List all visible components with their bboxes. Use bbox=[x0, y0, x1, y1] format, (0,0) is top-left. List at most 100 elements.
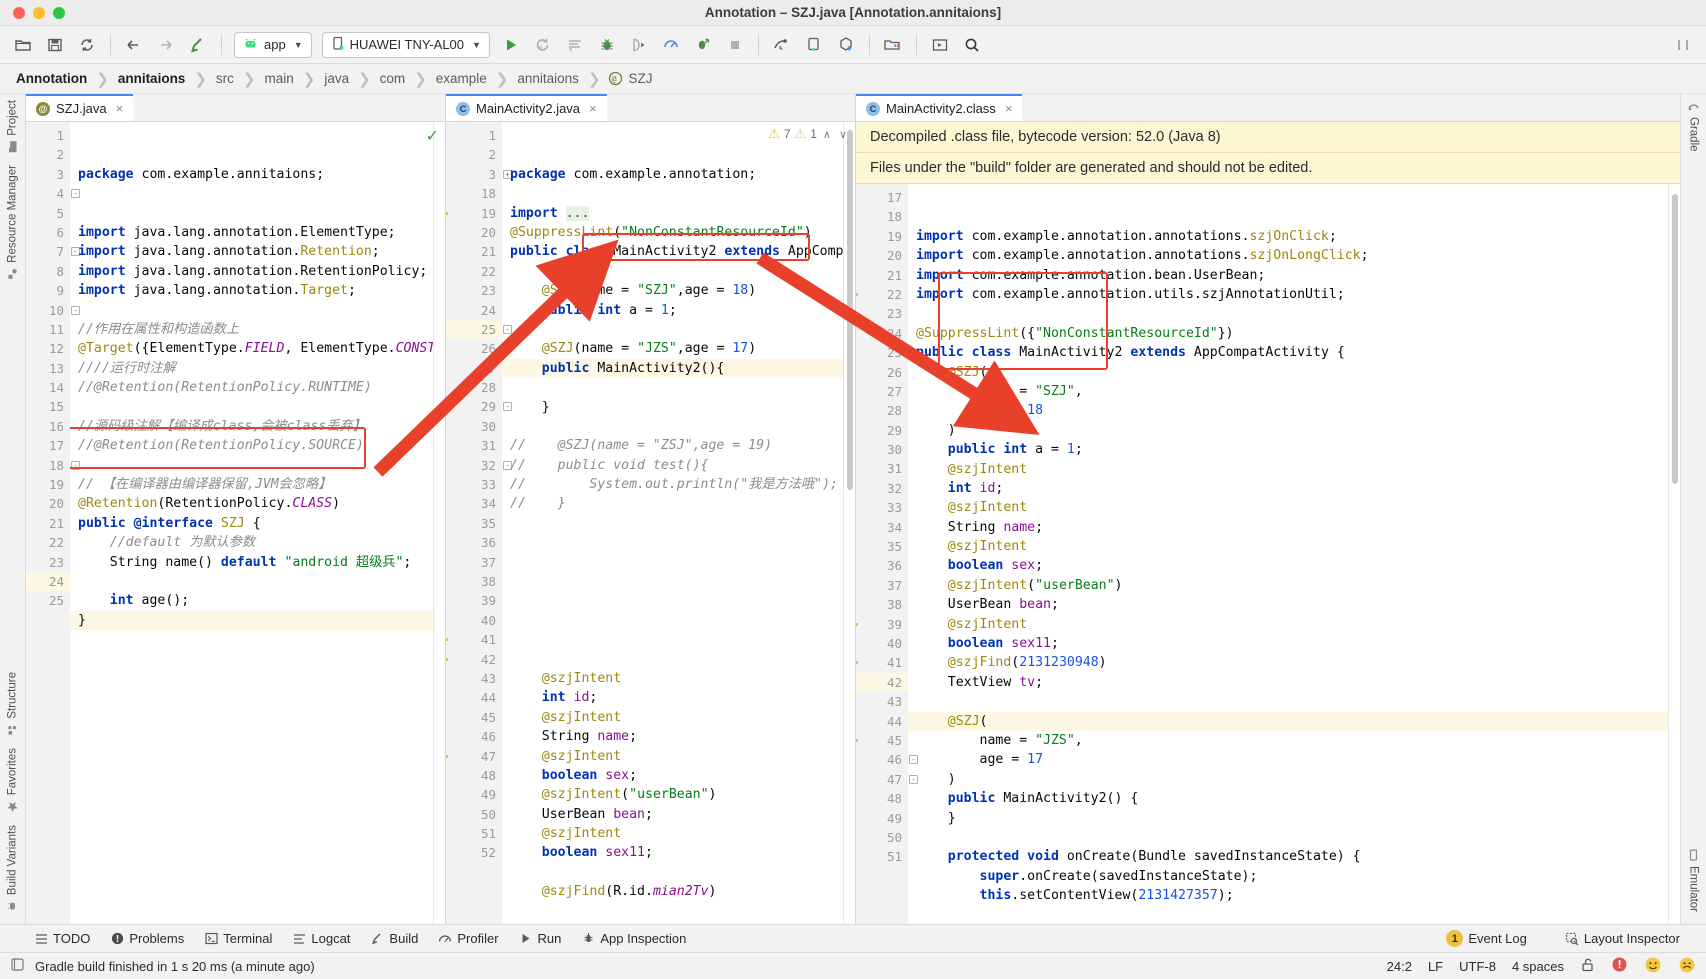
avd-manager-icon[interactable] bbox=[799, 31, 829, 59]
code-line[interactable]: } bbox=[70, 611, 433, 630]
minimize-button[interactable] bbox=[33, 7, 45, 19]
close-icon[interactable]: × bbox=[589, 101, 597, 116]
run-icon[interactable] bbox=[496, 31, 526, 59]
code-text-mid[interactable]: package com.example.annotation; import .… bbox=[502, 122, 843, 924]
chevron-down-icon-device[interactable]: ▼ bbox=[472, 40, 481, 50]
sidebar-item-gradle[interactable]: Gradle bbox=[1687, 94, 1700, 158]
code-line[interactable]: name = "SZJ", bbox=[916, 382, 1668, 401]
next-problem-icon[interactable]: ∨ bbox=[837, 128, 849, 141]
layout-editor-icon[interactable] bbox=[925, 31, 955, 59]
code-line[interactable]: //default 为默认参数 bbox=[78, 533, 433, 552]
code-line[interactable]: @szjFind(R.id.mian2Tv) bbox=[510, 882, 843, 901]
code-line[interactable]: @szjIntent bbox=[510, 824, 843, 843]
toolwindow-build[interactable]: Build bbox=[370, 931, 418, 946]
close-icon[interactable]: × bbox=[1005, 101, 1013, 116]
happy-face-icon[interactable] bbox=[1644, 956, 1662, 977]
code-line[interactable] bbox=[510, 630, 843, 649]
code-line[interactable]: @Retention(RetentionPolicy.CLASS) bbox=[78, 494, 433, 513]
code-line[interactable]: @szjIntent bbox=[916, 460, 1668, 479]
code-line[interactable]: public @interface SZJ { bbox=[78, 514, 433, 533]
code-line[interactable]: // public void test(){ bbox=[510, 456, 843, 475]
code-line[interactable]: // @SZJ(name = "ZSJ",age = 19) bbox=[510, 436, 843, 455]
save-icon[interactable] bbox=[40, 31, 70, 59]
code-line[interactable]: //@Retention(RetentionPolicy.SOURCE) bbox=[78, 436, 433, 455]
code-line[interactable]: int id; bbox=[510, 688, 843, 707]
code-line[interactable] bbox=[510, 533, 843, 552]
code-line[interactable]: public MainActivity2(){ bbox=[502, 359, 843, 378]
caret-position[interactable]: 24:2 bbox=[1387, 959, 1412, 974]
code-line[interactable]: @SZJ(name = "SZJ",age = 18) bbox=[510, 281, 843, 300]
project-structure-icon[interactable] bbox=[878, 31, 908, 59]
open-folder-icon[interactable] bbox=[8, 31, 38, 59]
code-line[interactable] bbox=[510, 514, 843, 533]
code-line[interactable] bbox=[510, 553, 843, 572]
code-line[interactable]: ) bbox=[916, 770, 1668, 789]
code-area-mid[interactable]: ⚠ 7 ⚠ 1 ∧ ∨ 123+1819202122232425-2627-28… bbox=[446, 122, 855, 924]
code-line[interactable]: boolean sex; bbox=[510, 766, 843, 785]
code-line[interactable]: public int a = 1; bbox=[510, 301, 843, 320]
code-line[interactable]: public int a = 1; bbox=[916, 440, 1668, 459]
code-line[interactable] bbox=[916, 828, 1668, 847]
code-line[interactable] bbox=[916, 304, 1668, 323]
code-line[interactable]: @szjIntent bbox=[510, 708, 843, 727]
code-line[interactable]: boolean sex; bbox=[916, 556, 1668, 575]
stop-icon[interactable] bbox=[720, 31, 750, 59]
code-line[interactable]: UserBean bean; bbox=[510, 805, 843, 824]
tab-mainactivity2-java[interactable]: C MainActivity2.java × bbox=[446, 94, 607, 121]
code-line[interactable]: public class MainActivity2 extends AppCo… bbox=[510, 242, 843, 261]
code-line[interactable]: import java.lang.annotation.Retention; bbox=[78, 242, 433, 261]
code-text-right[interactable]: import com.example.annotation.annotation… bbox=[908, 184, 1668, 924]
indent-setting[interactable]: 4 spaces bbox=[1512, 959, 1564, 974]
code-line[interactable]: // System.out.println("我是方法哦"); bbox=[510, 475, 843, 494]
code-line[interactable] bbox=[510, 572, 843, 591]
code-line[interactable]: @szjFind(2131230948) bbox=[916, 653, 1668, 672]
code-line[interactable]: ////运行时注解 bbox=[78, 359, 433, 378]
sad-face-icon[interactable] bbox=[1678, 956, 1696, 977]
close-icon[interactable]: × bbox=[116, 101, 124, 116]
code-line[interactable]: name = "JZS", bbox=[916, 731, 1668, 750]
unlocked-padlock-icon[interactable] bbox=[1580, 957, 1595, 975]
code-line[interactable] bbox=[510, 863, 843, 882]
code-line[interactable]: package com.example.annitaions; bbox=[78, 165, 433, 184]
error-circle-icon[interactable] bbox=[1611, 956, 1628, 976]
close-button[interactable] bbox=[13, 7, 25, 19]
toolwindow-run[interactable]: Run bbox=[519, 931, 562, 946]
code-line[interactable]: boolean sex11; bbox=[510, 843, 843, 862]
toolwindow-profiler[interactable]: Profiler bbox=[438, 931, 498, 946]
code-line[interactable] bbox=[510, 611, 843, 630]
device-selector[interactable]: HUAWEI TNY-AL00 ▼ bbox=[322, 32, 490, 58]
profiler-icon[interactable] bbox=[656, 31, 686, 59]
code-line[interactable]: // } bbox=[510, 494, 843, 513]
code-line[interactable]: } bbox=[916, 809, 1668, 828]
code-line[interactable]: @szjIntent bbox=[916, 615, 1668, 634]
code-line[interactable]: @szjIntent("userBean") bbox=[510, 785, 843, 804]
toolwindow-event-log[interactable]: 1 Event Log bbox=[1446, 930, 1527, 947]
code-line[interactable]: @SuppressLint({"NonConstantResourceId"}) bbox=[916, 324, 1668, 343]
inspection-widget-mid[interactable]: ⚠ 7 ⚠ 1 ∧ ∨ bbox=[768, 126, 849, 142]
code-line[interactable]: int id; bbox=[916, 479, 1668, 498]
tab-mainactivity2-class[interactable]: C MainActivity2.class × bbox=[856, 94, 1022, 121]
code-line[interactable]: age = 18 bbox=[916, 401, 1668, 420]
breadcrumb-item-4[interactable]: java bbox=[322, 71, 351, 86]
ide-menu-icon[interactable] bbox=[1668, 31, 1698, 59]
sync-gradle-icon[interactable] bbox=[831, 31, 861, 59]
code-line[interactable]: super.onCreate(savedInstanceState); bbox=[916, 867, 1668, 886]
attach-debugger-icon[interactable] bbox=[624, 31, 654, 59]
code-line[interactable]: @szjIntent bbox=[916, 537, 1668, 556]
breadcrumb-item-5[interactable]: com bbox=[378, 71, 408, 86]
code-line[interactable]: import com.example.annotation.bean.UserB… bbox=[916, 266, 1668, 285]
toolwindow-layout-inspector[interactable]: Layout Inspector bbox=[1565, 931, 1680, 946]
debug-icon[interactable] bbox=[592, 31, 622, 59]
sidebar-item-project[interactable]: Project bbox=[6, 94, 19, 159]
code-line[interactable]: import com.example.annotation.annotation… bbox=[916, 227, 1668, 246]
breadcrumb-item-6[interactable]: example bbox=[434, 71, 489, 86]
code-line[interactable] bbox=[78, 630, 433, 649]
code-line[interactable]: UserBean bean; bbox=[916, 595, 1668, 614]
rerun-icon[interactable]: A bbox=[528, 31, 558, 59]
code-line[interactable]: } bbox=[510, 398, 843, 417]
code-line[interactable]: package com.example.annotation; bbox=[510, 165, 843, 184]
scrollbar-thumb-mid[interactable] bbox=[847, 130, 853, 490]
breadcrumb-item-1[interactable]: annitaions bbox=[116, 71, 188, 86]
forward-arrow-icon[interactable] bbox=[151, 31, 181, 59]
code-line[interactable] bbox=[510, 591, 843, 610]
